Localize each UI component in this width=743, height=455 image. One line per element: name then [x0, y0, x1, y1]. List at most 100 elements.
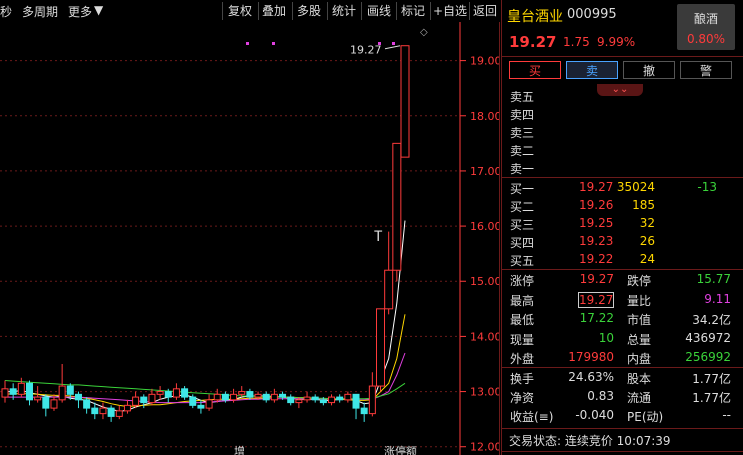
- stat-value: 179980: [568, 350, 614, 364]
- stat-value: 15.77: [696, 272, 731, 286]
- bid-row-3[interactable]: 买三 19.25 32: [501, 216, 743, 234]
- stat-value: 9.11: [704, 291, 731, 306]
- stock-name: 皇台酒业: [507, 9, 563, 25]
- stat-label: 净资: [510, 391, 535, 405]
- buy-button[interactable]: 买: [509, 61, 561, 79]
- y-tick-label: 18.00: [470, 110, 500, 123]
- bid-label: 买三: [510, 218, 535, 232]
- y-tick-label: 16.00: [470, 220, 500, 233]
- stat-value: 34.2亿: [692, 313, 731, 327]
- event-marker: [272, 42, 275, 45]
- candle-body: [156, 391, 164, 395]
- stat-value: 1.77亿: [692, 391, 731, 405]
- event-marker: [392, 42, 395, 45]
- stat-row: 最低 17.22 市值 34.2亿: [501, 311, 743, 331]
- candle-body: [123, 404, 131, 412]
- candle-body: [140, 396, 148, 404]
- candle-body: [336, 396, 344, 401]
- bid-row-2[interactable]: 买二 19.26 185: [501, 198, 743, 216]
- mark-button[interactable]: 标记: [401, 2, 425, 20]
- candle-body: [164, 391, 172, 398]
- candle-body: [213, 393, 221, 401]
- bid-row-1[interactable]: 买一 19.27 35024 -13: [501, 180, 743, 198]
- bid-row-5[interactable]: 买五 19.22 24: [501, 252, 743, 270]
- candle-body: [254, 393, 262, 398]
- multi-period-menu[interactable]: 多周期: [22, 3, 58, 20]
- fuquan-button[interactable]: 复权: [228, 2, 252, 20]
- candle-body: [9, 388, 17, 395]
- candle-body: [50, 399, 58, 409]
- bid-volume: 32: [639, 216, 655, 230]
- multi-stock-button[interactable]: 多股: [297, 2, 321, 20]
- current-price: 19.27: [509, 33, 557, 51]
- stat-value: 436972: [685, 330, 731, 345]
- stat-value: 1.77亿: [692, 372, 731, 386]
- candle-body: [295, 399, 303, 404]
- candle-body: [1, 388, 9, 398]
- candle-body: [262, 393, 270, 401]
- stat-label: 内盘: [627, 352, 652, 366]
- more-dropdown-icon[interactable]: ▼: [94, 3, 103, 17]
- candle-body: [303, 396, 311, 401]
- stat-value: 10: [598, 330, 614, 345]
- bottom-label: 增: [234, 444, 245, 455]
- candle-body: [360, 407, 368, 415]
- ask-row-5: 卖五: [501, 88, 743, 106]
- candle-body: [221, 393, 229, 401]
- bid-volume: 185: [632, 198, 655, 212]
- stat-label: 外盘: [510, 352, 535, 366]
- candle-body: [83, 399, 91, 409]
- candle-body: [279, 393, 287, 398]
- stat-value: 0.83: [587, 389, 614, 403]
- draw-line-button[interactable]: 画线: [367, 2, 391, 20]
- sell-button[interactable]: 卖: [566, 61, 618, 79]
- bid-label: 买五: [510, 254, 535, 268]
- stat-value: 19.27: [578, 291, 614, 308]
- candle-body: [66, 385, 74, 395]
- overlay-button[interactable]: 叠加: [262, 2, 286, 20]
- candle-body: [287, 396, 295, 404]
- ask-row-3: 卖三: [501, 124, 743, 142]
- stat-value: 24.63%: [568, 370, 614, 384]
- stat-label: 跌停: [627, 274, 652, 288]
- stat-label: 最低: [510, 313, 535, 327]
- stat-row: 换手 24.63% 股本 1.77亿: [501, 370, 743, 390]
- stat-label: 市值: [627, 313, 652, 327]
- more-menu[interactable]: 更多: [68, 3, 92, 20]
- candle-body: [91, 407, 99, 415]
- bid-row-4[interactable]: 买四 19.23 26: [501, 234, 743, 252]
- candle-body: [328, 396, 336, 404]
- event-marker: [378, 42, 381, 45]
- ask-row-2: 卖二: [501, 142, 743, 160]
- candle-body: [392, 142, 402, 271]
- candle-body: [384, 269, 394, 310]
- ask-label: 卖一: [510, 162, 535, 176]
- stat-label: 量比: [627, 293, 652, 308]
- trade-status: 交易状态: 连续竞价 10:07:39: [509, 434, 671, 448]
- stat-label: 收益(≡): [510, 410, 554, 424]
- candle-body: [352, 393, 360, 409]
- stat-value: 256992: [685, 350, 731, 364]
- candle-body: [368, 385, 376, 415]
- statistics-button[interactable]: 统计: [332, 2, 356, 20]
- sector-badge[interactable]: 酿酒 0.80%: [677, 4, 735, 50]
- candlestick-chart-svg[interactable]: 19.00 18.00 17.00 16.00 15.00 14.00 13.00 12.00…: [0, 22, 500, 455]
- cancel-order-button[interactable]: 撤: [623, 61, 675, 79]
- y-tick-label: 15.00: [470, 275, 500, 288]
- price-change: 1.75: [563, 35, 590, 49]
- stat-label: 总量: [627, 332, 652, 347]
- stat-value: -0.040: [575, 408, 614, 422]
- candle-body: [107, 407, 115, 417]
- stat-row: 收益(≡) -0.040 PE(动) --: [501, 408, 743, 428]
- bid-label: 买一: [510, 182, 535, 196]
- y-tick-label: 14.00: [470, 330, 500, 343]
- add-watchlist-button[interactable]: +自选: [433, 2, 467, 20]
- candle-body: [400, 45, 410, 158]
- y-tick-label: 13.00: [470, 386, 500, 399]
- period-seconds-menu[interactable]: 秒: [0, 3, 12, 20]
- back-button[interactable]: 返回: [473, 2, 497, 20]
- bid-label: 买二: [510, 200, 535, 214]
- ask-label: 卖四: [510, 108, 535, 122]
- alert-button[interactable]: 警: [680, 61, 732, 79]
- kline-chart[interactable]: 19.00 18.00 17.00 16.00 15.00 14.00 13.00 12.00…: [0, 22, 500, 455]
